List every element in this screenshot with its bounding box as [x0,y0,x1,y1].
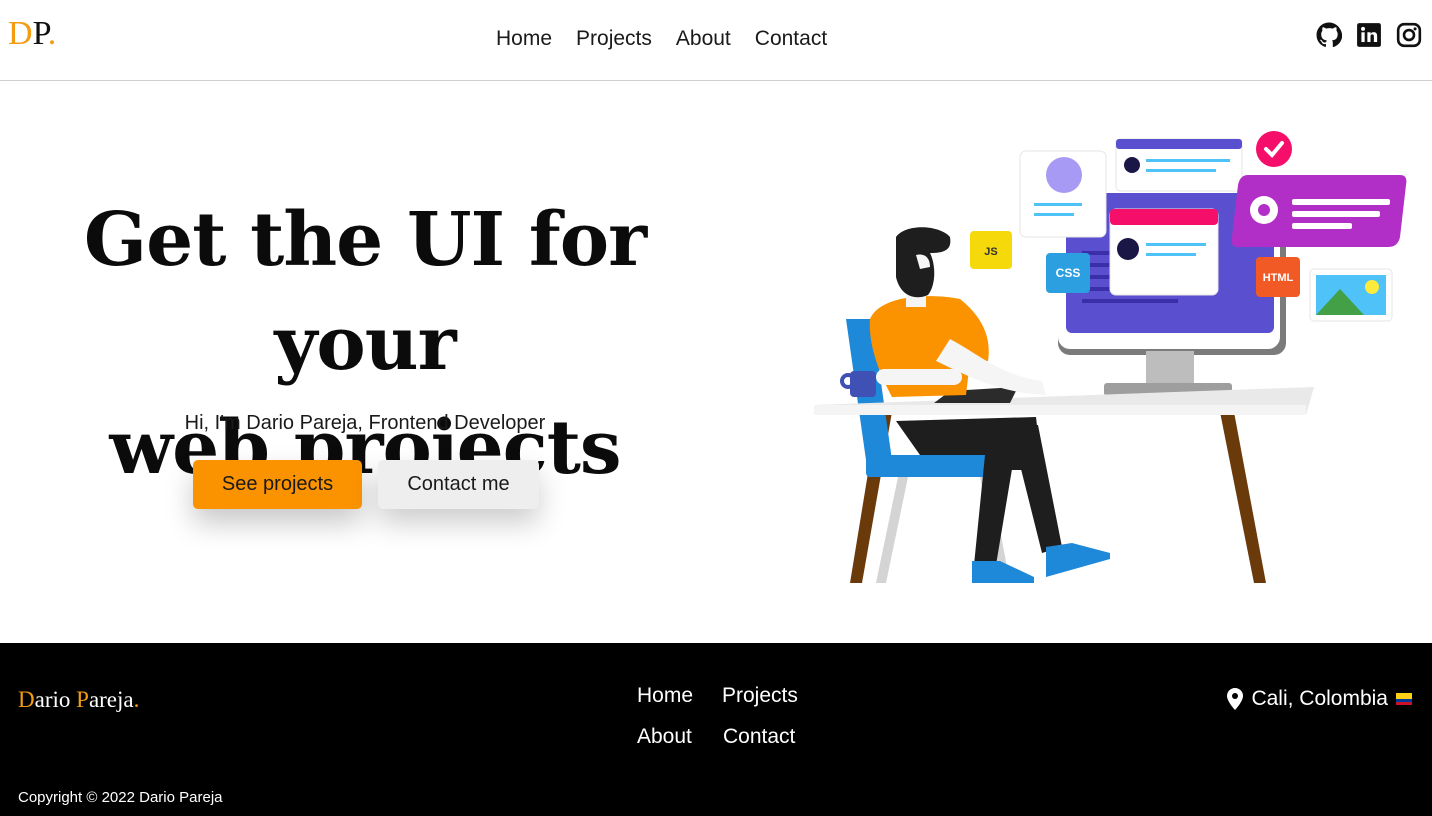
map-pin-icon [1227,688,1244,710]
footer-location: Cali, Colombia [1227,685,1412,713]
logo-letter-p: P [32,15,48,52]
nav-projects-link[interactable]: Projects [564,26,664,52]
developer-illustration: JS CSS HTML [814,131,1407,583]
copyright-text: Copyright © 2022 Dario Pareja [18,789,223,806]
footer-logo-first-rest: ario [34,687,77,712]
github-icon[interactable] [1316,22,1342,48]
contact-me-button[interactable]: Contact me [378,460,539,509]
footer-logo-last-rest: areja [88,687,134,712]
footer-logo[interactable]: Dario Pareja. [18,685,139,715]
see-projects-button[interactable]: See projects [193,460,362,509]
footer-logo-last-initial: P [76,687,89,712]
footer-nav-home-link[interactable]: Home [637,683,693,709]
footer-nav-contact-link[interactable]: Contact [723,724,795,750]
site-header: DP. Home Projects About Contact [0,0,1432,81]
hero-title: Get the UI for your web projects [20,188,710,500]
linkedin-icon[interactable] [1356,22,1382,48]
location-text: Cali, Colombia [1251,687,1388,710]
hero-subtitle: Hi, I'm Dario Pareja, Frontend Developer [184,412,546,434]
site-footer: Dario Pareja. Home Projects About Contac… [0,643,1432,816]
js-badge: JS [984,246,997,258]
site-logo[interactable]: DP. [8,14,56,54]
main-nav: Home Projects About Contact [484,26,839,52]
css-badge: CSS [1056,266,1081,280]
hero-title-line-1: Get the UI for your [83,197,647,387]
footer-nav-about-link[interactable]: About [637,724,692,750]
instagram-icon[interactable] [1396,22,1422,48]
nav-about-link[interactable]: About [664,26,743,52]
colombia-flag-icon [1396,693,1412,705]
social-links [1316,22,1422,48]
nav-contact-link[interactable]: Contact [743,26,839,52]
logo-dot: . [47,15,57,52]
footer-logo-dot: . [133,687,140,712]
html-badge: HTML [1263,272,1294,284]
logo-letter-d: D [8,15,33,52]
footer-logo-first-initial: D [18,687,35,712]
nav-home-link[interactable]: Home [484,26,564,52]
footer-nav-projects-link[interactable]: Projects [722,683,798,709]
